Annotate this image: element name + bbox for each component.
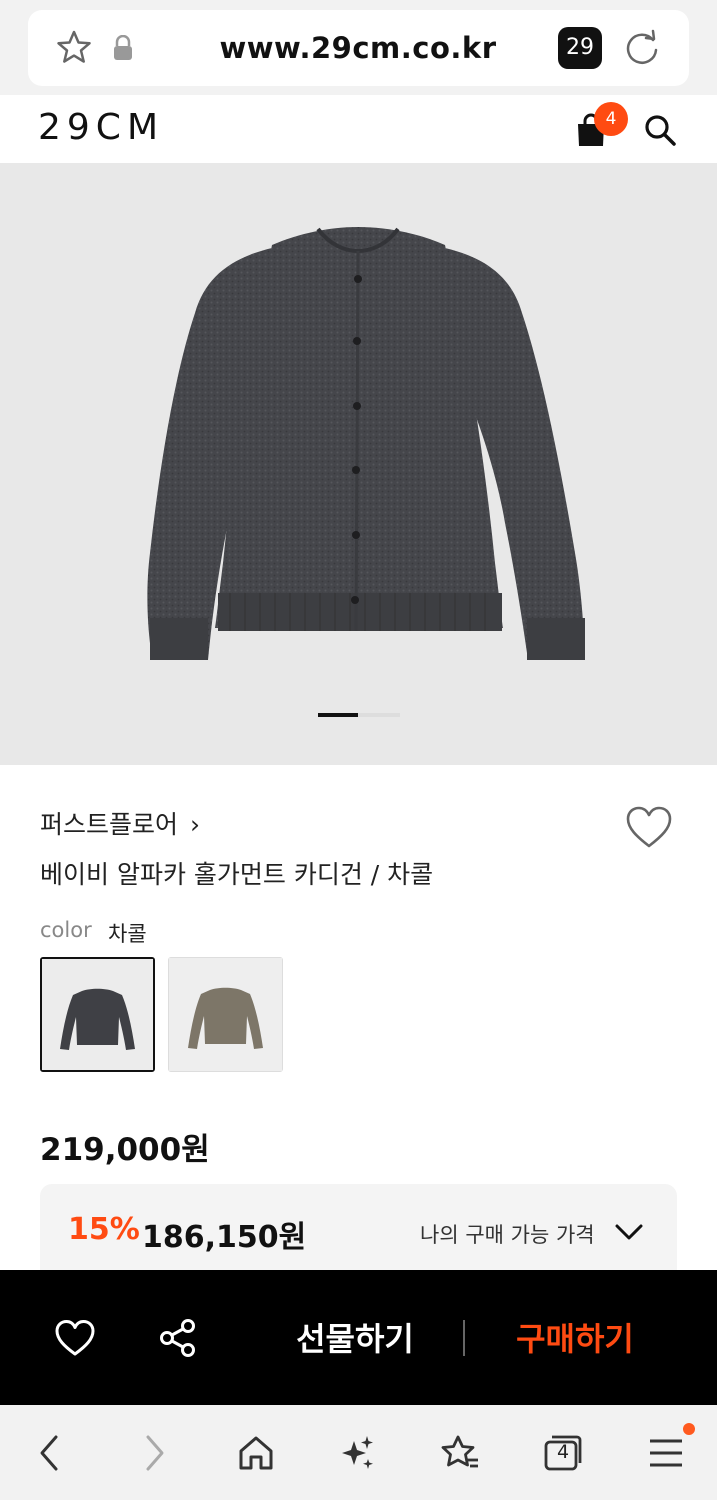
- gift-button[interactable]: 선물하기: [270, 1314, 440, 1360]
- action-divider: [463, 1320, 465, 1356]
- swatch-image-khaki: [169, 958, 282, 1071]
- reload-icon[interactable]: [622, 28, 662, 68]
- original-price: 219,000원: [40, 1132, 210, 1168]
- search-icon[interactable]: [643, 113, 677, 147]
- home-icon[interactable]: [236, 1433, 276, 1473]
- discount-price: 186,150원: [142, 1220, 307, 1255]
- site-header: 29CM 4: [0, 95, 717, 163]
- discount-percent: 15%: [68, 1212, 140, 1247]
- url-text[interactable]: www.29cm.co.kr: [168, 10, 548, 86]
- sparkle-icon[interactable]: [338, 1433, 378, 1473]
- pager-track: [358, 713, 400, 717]
- color-label: color: [40, 918, 92, 942]
- purchase-action-bar: 선물하기 구매하기: [0, 1270, 717, 1405]
- product-image: [147, 227, 585, 660]
- carousel-pager: [318, 713, 400, 717]
- bookmarks-icon[interactable]: [440, 1433, 480, 1473]
- product-image-carousel[interactable]: [0, 163, 717, 765]
- site-logo[interactable]: 29CM: [38, 107, 164, 148]
- pager-active-indicator: [318, 713, 358, 717]
- tab-count-button[interactable]: 29: [558, 27, 602, 69]
- my-price-label: 나의 구매 가능 가격: [420, 1223, 595, 1247]
- buy-button[interactable]: 구매하기: [490, 1314, 660, 1360]
- brand-link[interactable]: 퍼스트플로어 ›: [40, 805, 200, 841]
- chevron-down-icon[interactable]: [614, 1220, 644, 1244]
- menu-icon[interactable]: [646, 1433, 686, 1473]
- color-swatch-khaki[interactable]: [168, 957, 283, 1072]
- my-price-panel[interactable]: 15% 186,150원 나의 구매 가능 가격: [40, 1184, 677, 1284]
- browser-address-bar-area: www.29cm.co.kr 29: [0, 0, 717, 95]
- forward-icon[interactable]: [134, 1433, 174, 1473]
- brand-name: 퍼스트플로어: [40, 810, 179, 839]
- back-icon[interactable]: [30, 1433, 70, 1473]
- color-swatch-charcoal[interactable]: [40, 957, 155, 1072]
- browser-bottom-nav: 4: [0, 1405, 717, 1500]
- address-bar[interactable]: www.29cm.co.kr 29: [28, 10, 689, 86]
- heart-icon[interactable]: [54, 1318, 96, 1358]
- lock-icon: [114, 35, 132, 60]
- chevron-right-icon: ›: [190, 810, 201, 839]
- cart-count-badge: 4: [594, 102, 628, 136]
- tabs-count: 4: [556, 1441, 570, 1463]
- swatch-image-charcoal: [42, 959, 153, 1070]
- color-value: 차콜: [108, 922, 147, 946]
- star-icon[interactable]: [54, 28, 94, 68]
- product-name: 베이비 알파카 홀가먼트 카디건 / 차콜: [40, 860, 434, 889]
- share-icon[interactable]: [158, 1318, 198, 1358]
- menu-notification-dot: [683, 1423, 695, 1435]
- heart-icon[interactable]: [624, 803, 674, 853]
